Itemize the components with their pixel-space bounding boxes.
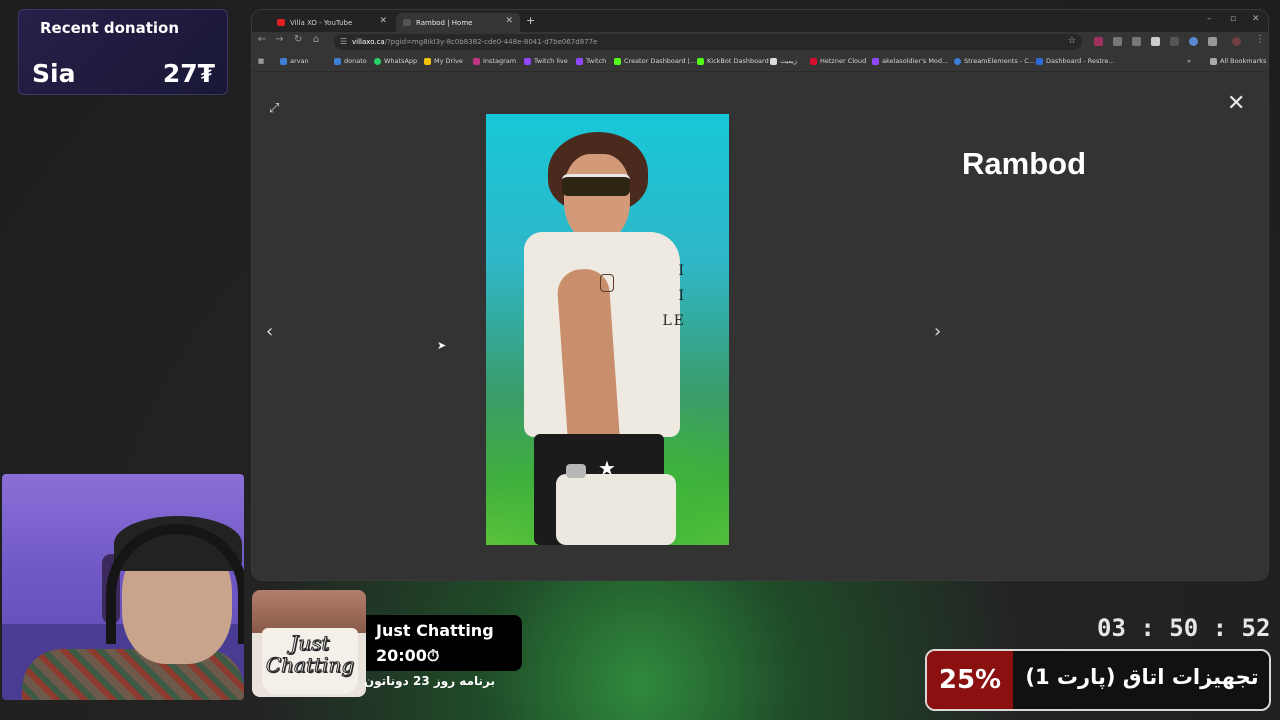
bookmark-item[interactable]: Twitch bbox=[576, 57, 606, 65]
webcam-feed bbox=[2, 474, 244, 700]
bookmark-item[interactable]: زیمیت bbox=[770, 57, 797, 65]
category-name: Just Chatting bbox=[376, 621, 494, 640]
bookmark-item[interactable]: StreamElements - C... bbox=[954, 57, 1035, 65]
reload-icon[interactable]: ↻ bbox=[294, 34, 302, 45]
more-bookmarks-icon[interactable]: » bbox=[1187, 57, 1191, 65]
minimize-icon[interactable]: – bbox=[1207, 14, 1212, 24]
donor-name: Sia bbox=[32, 59, 76, 88]
donation-amount: 27₮ bbox=[162, 59, 215, 88]
restore-icon[interactable]: ▫ bbox=[1230, 14, 1236, 24]
shield-icon[interactable] bbox=[1151, 37, 1160, 46]
youtube-icon bbox=[277, 19, 285, 26]
schedule-subtitle: برنامه روز 23 دوناتون bbox=[363, 674, 495, 688]
site-info-icon[interactable]: ☰ bbox=[340, 37, 347, 46]
star-icon: ★ bbox=[598, 456, 616, 480]
bookmark-item[interactable]: donato bbox=[334, 57, 367, 65]
goal-text: تجهیزات اتاق (پارت 1) bbox=[1025, 665, 1259, 689]
close-icon[interactable]: ✕ bbox=[1227, 93, 1245, 115]
apps-grid-icon[interactable]: ▦ bbox=[258, 57, 264, 65]
new-tab-icon[interactable]: + bbox=[526, 14, 535, 27]
bookmark-item[interactable]: Dashboard - Restre... bbox=[1036, 57, 1115, 65]
recent-donation-widget: Recent donation Sia 27₮ bbox=[18, 9, 228, 95]
chevron-right-icon[interactable]: › bbox=[934, 321, 941, 342]
shirt-print: I I LE bbox=[662, 263, 686, 329]
menu-icon[interactable]: ⋮ bbox=[1255, 34, 1265, 45]
browser-toolbar: ← → ↻ ⌂ ☰ villaxo.ca/?pgid=mg8ikl3y-8c0b… bbox=[252, 32, 1268, 52]
extension-icon[interactable] bbox=[1132, 37, 1141, 46]
bookmark-item[interactable]: My Drive bbox=[424, 57, 463, 65]
bookmark-item[interactable]: Hetzner Cloud bbox=[810, 57, 866, 65]
tab-label: Villa XO - YouTube bbox=[290, 18, 353, 27]
expand-icon[interactable]: ⤢ bbox=[269, 101, 279, 116]
bookmark-star-icon[interactable]: ☆ bbox=[1068, 36, 1076, 46]
tab-rambod-home[interactable]: Rambod | Home ✕ bbox=[396, 13, 520, 32]
xo-site-icon bbox=[403, 19, 411, 26]
gallery-photo[interactable]: ★ I I LE bbox=[486, 114, 729, 545]
close-tab-icon[interactable]: ✕ bbox=[505, 16, 513, 26]
extension-icon[interactable] bbox=[1189, 37, 1198, 46]
forward-icon[interactable]: → bbox=[275, 34, 283, 45]
bookmark-item[interactable]: Creator Dashboard |... bbox=[614, 57, 696, 65]
tab-villa-xo-youtube[interactable]: Villa XO - YouTube ✕ bbox=[270, 13, 394, 32]
bookmark-item[interactable]: WhatsApp bbox=[374, 57, 417, 65]
close-tab-icon[interactable]: ✕ bbox=[379, 16, 387, 26]
lightbox-page: ⤢ ✕ ‹ › ➤ ★ I I LE Rambod bbox=[252, 73, 1268, 580]
category-box: Just Chatting 20:00⏱ bbox=[366, 615, 522, 671]
goal-percent: 25% bbox=[927, 651, 1013, 709]
back-icon[interactable]: ← bbox=[258, 34, 266, 45]
all-bookmarks[interactable]: All Bookmarks bbox=[1210, 57, 1266, 65]
sunglasses bbox=[562, 174, 630, 196]
home-icon[interactable]: ⌂ bbox=[313, 34, 319, 45]
puzzle-icon[interactable] bbox=[1208, 37, 1217, 46]
category-thumbnail-text: Just Chatting bbox=[265, 631, 355, 677]
bookmark-item[interactable]: Twitch live bbox=[524, 57, 568, 65]
bookmark-item[interactable]: Instagram bbox=[473, 57, 516, 65]
donation-title: Recent donation bbox=[40, 19, 179, 37]
close-window-icon[interactable]: ✕ bbox=[1252, 14, 1260, 24]
extension-icon[interactable] bbox=[1113, 37, 1122, 46]
bookmark-item[interactable]: arvan bbox=[280, 57, 309, 65]
tab-label: Rambod | Home bbox=[416, 18, 473, 27]
extension-icon[interactable] bbox=[1170, 37, 1179, 46]
bookmarks-bar: ▦ arvan donato WhatsApp My Drive Instagr… bbox=[252, 52, 1268, 72]
bookmark-item[interactable]: akelasoldier's Mod... bbox=[872, 57, 948, 65]
browser-window: Villa XO - YouTube ✕ Rambod | Home ✕ + –… bbox=[252, 10, 1268, 580]
chevron-left-icon[interactable]: ‹ bbox=[266, 321, 273, 342]
extension-icon[interactable] bbox=[1094, 37, 1103, 46]
category-thumbnail: Just Chatting bbox=[252, 590, 366, 697]
page-title: Rambod bbox=[962, 146, 1086, 181]
tab-strip: Villa XO - YouTube ✕ Rambod | Home ✕ + –… bbox=[252, 10, 1268, 32]
bookmark-item[interactable]: KickBot Dashboard bbox=[697, 57, 769, 65]
address-bar[interactable]: ☰ villaxo.ca/?pgid=mg8ikl3y-8c0b8382-cde… bbox=[334, 34, 1082, 50]
countdown-timer: 03 : 50 : 52 bbox=[1097, 614, 1271, 642]
address-host: villaxo.ca bbox=[352, 38, 385, 46]
mouse-cursor: ➤ bbox=[437, 339, 447, 352]
profile-avatar[interactable] bbox=[1232, 37, 1241, 46]
address-path: /?pgid=mg8ikl3y-8c0b8382-cde0-448e-8041-… bbox=[384, 38, 598, 46]
category-time: 20:00⏱ bbox=[376, 646, 440, 665]
donation-goal: 25% تجهیزات اتاق (پارت 1) bbox=[925, 649, 1271, 711]
